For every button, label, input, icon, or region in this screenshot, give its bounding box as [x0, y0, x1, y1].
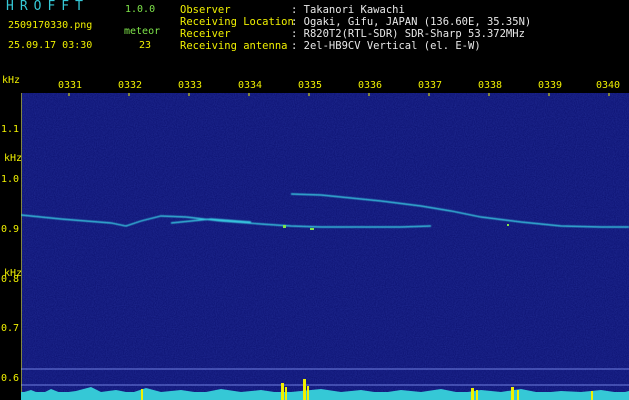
axis-unit-mid: kHz	[4, 153, 23, 164]
info-label-observer: Observer	[180, 4, 231, 16]
x-tick: 0333	[178, 80, 203, 91]
x-tick: 0338	[478, 80, 503, 91]
x-tick: 0340	[596, 80, 621, 91]
y-tick: 1.0	[1, 174, 20, 185]
meteor-label: meteor	[124, 26, 161, 37]
x-tick: 0332	[118, 80, 143, 91]
x-tick: 0337	[418, 80, 443, 91]
axis-unit-top: kHz	[2, 75, 21, 86]
file-name: 2509170330.png	[8, 20, 93, 31]
x-tick: 0335	[298, 80, 323, 91]
info-value-antenna: : 2el-HB9CV Vertical (el. E-W)	[291, 40, 481, 52]
y-tick: 0.9	[1, 224, 20, 235]
info-label-receiver: Receiver	[180, 28, 231, 40]
y-tick: 0.8	[1, 274, 20, 285]
y-tick: 0.6	[1, 373, 20, 384]
x-tick: 0334	[238, 80, 263, 91]
info-label-location: Receiving Location	[180, 16, 294, 28]
spectrogram	[21, 93, 629, 400]
x-tick: 0336	[358, 80, 383, 91]
brand-version: 1.0.0	[125, 4, 156, 15]
date-time: 25.09.17 03:30	[8, 40, 93, 51]
brand-title: HROFFT	[6, 0, 89, 14]
info-value-location: : Ogaki, Gifu, JAPAN (136.60E, 35.35N)	[291, 16, 532, 28]
y-tick: 0.7	[1, 323, 20, 334]
x-tick: 0339	[538, 80, 563, 91]
info-label-antenna: Receiving antenna	[180, 40, 288, 52]
y-tick: 1.1	[1, 124, 20, 135]
x-tick: 0331	[58, 80, 83, 91]
info-value-receiver: : R820T2(RTL-SDR) SDR-Sharp 53.372MHz	[291, 28, 525, 40]
info-value-observer: : Takanori Kawachi	[291, 4, 405, 16]
meteor-count: 23	[139, 40, 152, 51]
